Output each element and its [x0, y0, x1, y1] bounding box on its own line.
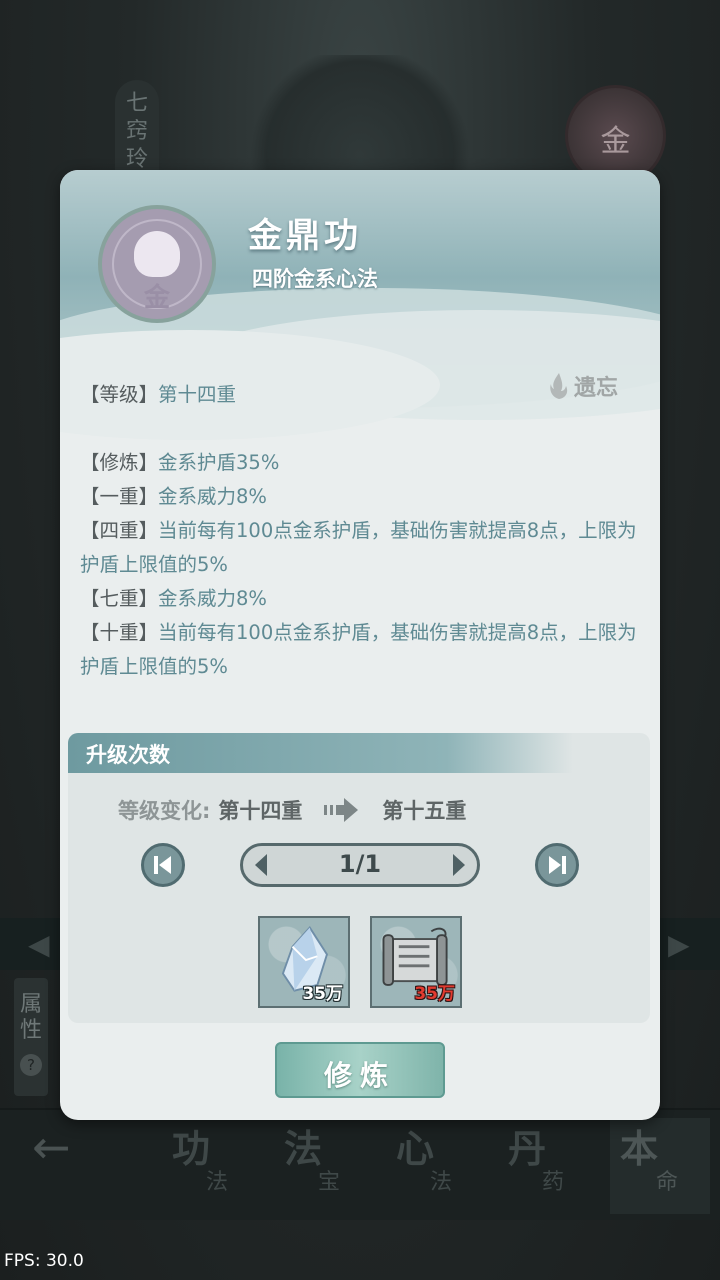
level-value: 第十四重 [158, 383, 237, 406]
nav-item-gongfa: 功 法 [172, 1118, 272, 1208]
level-line: 【等级】第十四重 [80, 378, 650, 412]
background-avatar-char: 金 [600, 124, 631, 159]
nav-item-small-char: 法 [206, 1170, 229, 1195]
technique-description: 【等级】第十四重 【修炼】金系护盾35% 【一重】金系威力8% 【四重】当前每有… [80, 378, 650, 684]
nav-item-fabao: 法 宝 [284, 1118, 384, 1208]
effect-text: 金系护盾35% [158, 451, 280, 474]
nav-item-small-char: 命 [656, 1170, 679, 1195]
side-tab-label: 七窍玲 [125, 91, 148, 172]
back-arrow-icon: ← [32, 1120, 71, 1174]
technique-avatar: 金 [98, 205, 216, 323]
cultivate-label: 修炼 [323, 1059, 396, 1092]
technique-detail-dialog: 金 金鼎功 四阶金系心法 遗忘 【等级】第十四重 【修炼】金系护盾35% 【一重… [60, 170, 660, 1120]
level-to: 第十五重 [382, 799, 467, 823]
help-icon: ? [20, 1054, 42, 1076]
first-page-button[interactable] [141, 843, 185, 887]
desc-spacer [80, 412, 650, 446]
nav-item-big-char: 功 [172, 1126, 211, 1171]
effect-line: 【十重】当前每有100点金系护盾，基础伤害就提高8点，上限为护盾上限值的5% [80, 616, 650, 684]
upgrade-header: 升级次数 [68, 733, 573, 773]
skip-last-icon [549, 856, 566, 874]
effect-line: 【四重】当前每有100点金系护盾，基础伤害就提高8点，上限为护盾上限值的5% [80, 514, 650, 582]
nav-item-big-char: 法 [284, 1126, 323, 1171]
background-right-arrow-icon: ▶ [668, 928, 690, 961]
nav-item-danyao: 丹 药 [508, 1118, 608, 1208]
material-slot-scroll[interactable]: 35万 [370, 916, 462, 1008]
level-from: 第十四重 [218, 799, 303, 823]
dialog-header: 金 金鼎功 四阶金系心法 [60, 170, 660, 440]
arrow-right-icon [324, 798, 359, 822]
last-page-button[interactable] [535, 843, 579, 887]
effect-text: 当前每有100点金系护盾，基础伤害就提高8点，上限为护盾上限值的5% [80, 621, 637, 678]
nav-item-small-char: 药 [542, 1170, 565, 1195]
attribute-tab: 属性 ? [14, 978, 48, 1096]
effect-tag: 【一重】 [80, 485, 159, 508]
meditating-figure-icon [134, 231, 180, 277]
nav-item-big-char: 本 [620, 1126, 659, 1171]
effect-line: 【七重】金系威力8% [80, 582, 650, 616]
nav-item-small-char: 法 [430, 1170, 453, 1195]
level-change-label: 等级变化: [118, 799, 211, 823]
cultivate-button[interactable]: 修炼 [275, 1042, 445, 1098]
technique-title: 金鼎功 [248, 216, 362, 256]
effect-tag: 【四重】 [80, 519, 159, 542]
effect-line: 【修炼】金系护盾35% [80, 446, 650, 480]
fps-counter: FPS: 30.0 [4, 1251, 84, 1271]
upgrade-title: 升级次数 [86, 743, 170, 767]
nav-item-small-char: 宝 [318, 1170, 341, 1195]
technique-subtitle: 四阶金系心法 [252, 267, 378, 291]
nav-item-big-char: 丹 [508, 1126, 547, 1171]
effect-text: 当前每有100点金系护盾，基础伤害就提高8点，上限为护盾上限值的5% [80, 519, 637, 576]
material-slot-crystal[interactable]: 35万 [258, 916, 350, 1008]
effect-text: 金系威力8% [158, 485, 267, 508]
material-count: 35万 [414, 984, 455, 1004]
effect-tag: 【十重】 [80, 621, 159, 644]
avatar-element-char: 金 [143, 283, 170, 313]
level-change-row: 等级变化: 第十四重 第十五重 [118, 795, 466, 825]
effect-tag: 【七重】 [80, 587, 159, 610]
page-stepper: 1/1 [240, 843, 480, 887]
material-count: 35万 [302, 984, 343, 1004]
upgrade-panel: 升级次数 等级变化: 第十四重 第十五重 1/1 35万 35万 [68, 733, 650, 1023]
level-tag: 【等级】 [80, 383, 159, 406]
next-page-button[interactable] [439, 846, 475, 884]
attribute-tab-label: 属性 [20, 992, 43, 1043]
nav-item-benming: 本 命 [610, 1118, 710, 1214]
effect-text: 金系威力8% [158, 587, 267, 610]
effect-tag: 【修炼】 [80, 451, 159, 474]
effect-line: 【一重】金系威力8% [80, 480, 650, 514]
nav-item-big-char: 心 [396, 1126, 435, 1171]
skip-first-icon [154, 856, 171, 874]
nav-item-xinfa: 心 法 [396, 1118, 496, 1208]
background-left-arrow-icon: ◀ [28, 928, 50, 961]
